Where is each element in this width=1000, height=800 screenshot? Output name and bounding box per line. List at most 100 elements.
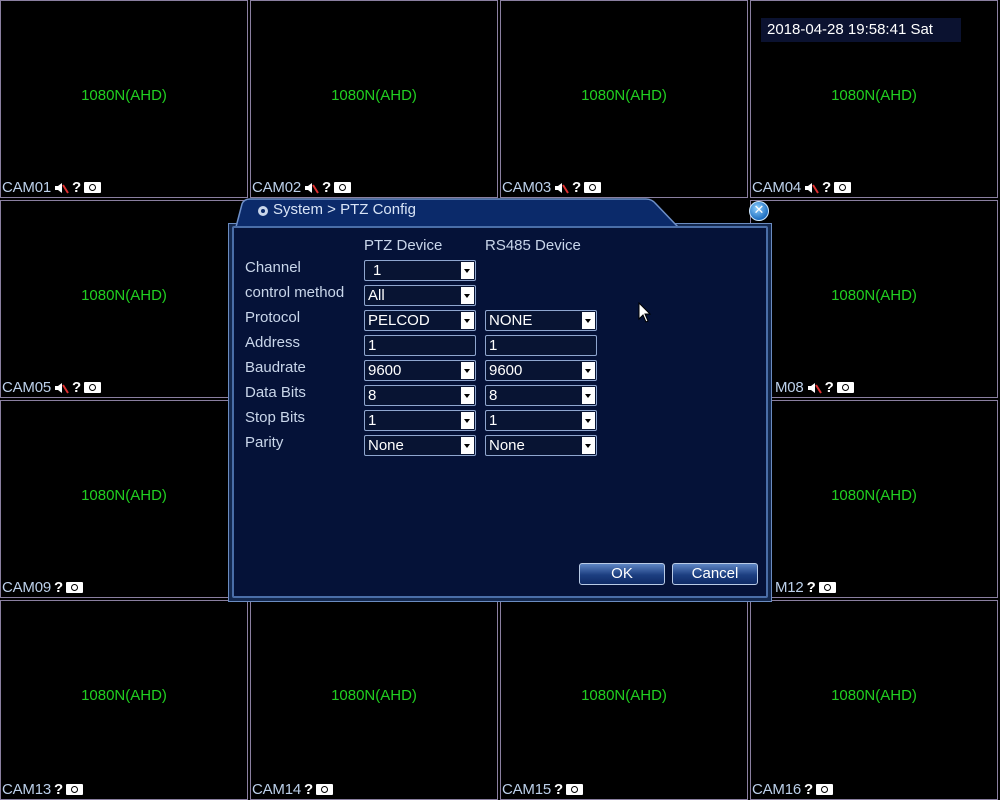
camera-label: CAM13 [2, 781, 52, 798]
record-icon [584, 182, 602, 193]
camera-tile[interactable]: 1080N(AHD) M12 ? [750, 400, 998, 598]
record-icon [84, 182, 102, 193]
stop-bits-label: Stop Bits [245, 409, 306, 426]
camera-label: CAM02 [252, 179, 302, 196]
camera-label: CAM14 [252, 781, 302, 798]
chevron-down-icon [461, 412, 474, 429]
help-icon: ? [824, 378, 834, 396]
chevron-down-icon [461, 437, 474, 454]
record-icon [84, 382, 102, 393]
channel-label: Channel [245, 259, 301, 276]
data-bits-label: Data Bits [245, 384, 306, 401]
rs485-stop-bits-select[interactable]: 1 [485, 410, 597, 431]
chevron-down-icon [461, 312, 474, 329]
resolution-label: 1080N(AHD) [331, 87, 417, 104]
chevron-down-icon [582, 387, 595, 404]
ok-button[interactable]: OK [579, 563, 665, 585]
camera-label: M08 [775, 379, 804, 396]
camera-tile[interactable]: 1080N(AHD) CAM01 ? [0, 0, 248, 198]
ptz-baudrate-select[interactable]: 9600 [364, 360, 476, 381]
help-icon: ? [54, 578, 64, 596]
chevron-down-icon [461, 387, 474, 404]
help-icon: ? [304, 780, 314, 798]
rs485-parity-select[interactable]: None [485, 435, 597, 456]
camera-label: CAM09 [2, 579, 52, 596]
parity-label: Parity [245, 434, 284, 451]
speaker-muted-icon [55, 182, 69, 194]
resolution-label: 1080N(AHD) [831, 487, 917, 504]
resolution-label: 1080N(AHD) [831, 287, 917, 304]
chevron-down-icon [461, 262, 474, 279]
record-icon [66, 784, 84, 795]
ptz-parity-select[interactable]: None [364, 435, 476, 456]
control-method-select[interactable]: All [364, 285, 476, 306]
record-icon [834, 182, 852, 193]
speaker-muted-icon [555, 182, 569, 194]
camera-label: CAM04 [752, 179, 802, 196]
help-icon: ? [572, 178, 582, 196]
chevron-down-icon [461, 362, 474, 379]
rs485-address-input[interactable]: 1 [485, 335, 597, 356]
camera-tile[interactable]: 1080N(AHD) CAM09 ? [0, 400, 248, 598]
help-icon: ? [804, 780, 814, 798]
chevron-down-icon [461, 287, 474, 304]
record-icon [816, 784, 834, 795]
record-icon [334, 182, 352, 193]
rs485-baudrate-select[interactable]: 9600 [485, 360, 597, 381]
ptz-config-dialog: System > PTZ Config ✕ PTZ Device RS485 D… [228, 198, 772, 602]
camera-tile[interactable]: 1080N(AHD) CAM16 ? [750, 600, 998, 800]
camera-label: CAM16 [752, 781, 802, 798]
record-icon [818, 582, 836, 593]
speaker-muted-icon [805, 182, 819, 194]
rs485-data-bits-select[interactable]: 8 [485, 385, 597, 406]
help-icon: ? [72, 378, 82, 396]
help-icon: ? [806, 578, 816, 596]
rs485-device-header: RS485 Device [485, 237, 581, 254]
control-method-label: control method [245, 284, 345, 301]
protocol-label: Protocol [245, 309, 301, 326]
speaker-muted-icon [55, 382, 69, 394]
camera-tile[interactable]: 1080N(AHD) CAM15 ? [500, 600, 748, 800]
cancel-button[interactable]: Cancel [672, 563, 758, 585]
chevron-down-icon [582, 412, 595, 429]
camera-label: M12 [775, 579, 804, 596]
rs485-protocol-select[interactable]: NONE [485, 310, 597, 331]
record-icon [566, 784, 584, 795]
camera-tile[interactable]: 1080N(AHD) CAM13 ? [0, 600, 248, 800]
chevron-down-icon [582, 362, 595, 379]
resolution-label: 1080N(AHD) [831, 87, 917, 104]
camera-tile[interactable]: 1080N(AHD) M08 ? [750, 200, 998, 398]
record-icon [836, 382, 854, 393]
camera-label: CAM15 [502, 781, 552, 798]
camera-label: CAM01 [2, 179, 52, 196]
ptz-address-input[interactable]: 1 [364, 335, 476, 356]
ptz-data-bits-select[interactable]: 8 [364, 385, 476, 406]
chevron-down-icon [582, 437, 595, 454]
camera-tile[interactable]: 1080N(AHD) CAM03 ? [500, 0, 748, 198]
dialog-title: System > PTZ Config [273, 201, 416, 218]
help-icon: ? [554, 780, 564, 798]
datetime-display: 2018-04-28 19:58:41 Sat [761, 18, 961, 42]
help-icon: ? [54, 780, 64, 798]
ptz-protocol-select[interactable]: PELCOD [364, 310, 476, 331]
camera-label: CAM05 [2, 379, 52, 396]
channel-select[interactable]: 1 [364, 260, 476, 281]
resolution-label: 1080N(AHD) [331, 687, 417, 704]
resolution-label: 1080N(AHD) [81, 487, 167, 504]
resolution-label: 1080N(AHD) [81, 287, 167, 304]
resolution-label: 1080N(AHD) [81, 87, 167, 104]
record-icon [316, 784, 334, 795]
chevron-down-icon [582, 312, 595, 329]
speaker-muted-icon [807, 382, 822, 394]
baudrate-label: Baudrate [245, 359, 306, 376]
address-label: Address [245, 334, 301, 351]
camera-tile[interactable]: 1080N(AHD) CAM05 ? [0, 200, 248, 398]
camera-tile[interactable]: 1080N(AHD) CAM02 ? [250, 0, 498, 198]
close-button[interactable]: ✕ [749, 201, 769, 221]
help-icon: ? [822, 178, 832, 196]
camera-tile[interactable]: 1080N(AHD) CAM14 ? [250, 600, 498, 800]
resolution-label: 1080N(AHD) [581, 87, 667, 104]
ptz-stop-bits-select[interactable]: 1 [364, 410, 476, 431]
dialog-body: PTZ Device RS485 Device Channel control … [232, 226, 768, 598]
help-icon: ? [322, 178, 332, 196]
